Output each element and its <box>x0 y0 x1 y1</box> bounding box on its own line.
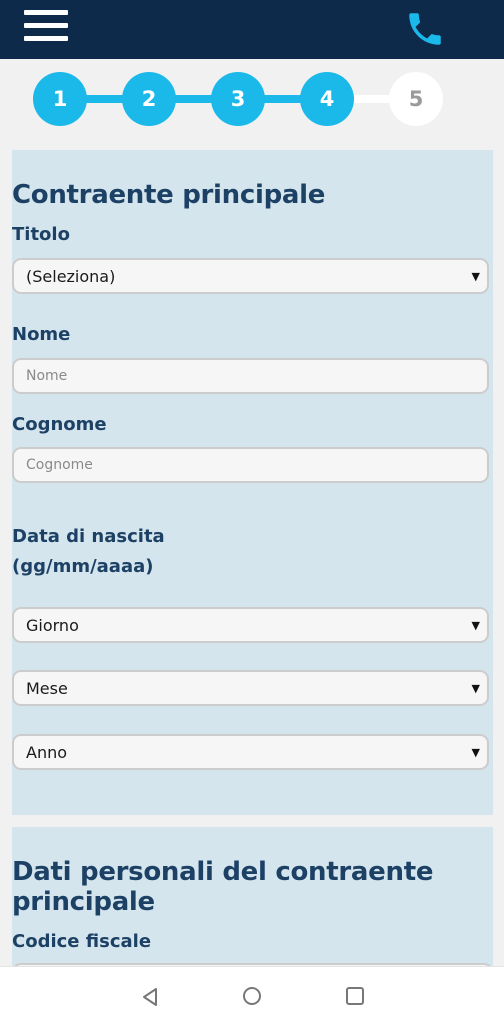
mese-select[interactable]: Mese ▼ <box>12 670 489 706</box>
step-2[interactable]: 2 <box>122 72 176 126</box>
giorno-select[interactable]: Giorno ▼ <box>12 607 489 643</box>
titolo-select[interactable]: (Seleziona) ▼ <box>12 258 489 294</box>
contraente-principale-section: Contraente principale Titolo (Seleziona)… <box>12 150 493 815</box>
home-circle-icon[interactable] <box>241 985 263 1007</box>
step-4[interactable]: 4 <box>300 72 354 126</box>
section-title-line-2: principale <box>12 887 155 917</box>
titolo-select-value: (Seleziona) <box>26 267 116 286</box>
anno-select[interactable]: Anno ▼ <box>12 734 489 770</box>
chevron-down-icon: ▼ <box>471 270 480 283</box>
giorno-select-value: Giorno <box>26 616 79 635</box>
progress-track-completed <box>60 95 328 103</box>
step-1[interactable]: 1 <box>33 72 87 126</box>
chevron-down-icon: ▼ <box>471 682 480 695</box>
hamburger-menu-icon[interactable] <box>24 10 68 42</box>
back-triangle-icon[interactable] <box>139 986 161 1008</box>
codice-fiscale-label: Codice fiscale <box>12 931 152 952</box>
mese-select-value: Mese <box>26 679 68 698</box>
cognome-input[interactable]: Cognome <box>12 447 489 483</box>
step-3[interactable]: 3 <box>211 72 265 126</box>
nome-placeholder: Nome <box>26 368 68 384</box>
cognome-label: Cognome <box>12 414 107 435</box>
top-app-bar <box>0 0 504 59</box>
step-5: 5 <box>389 72 443 126</box>
nome-label: Nome <box>12 324 71 345</box>
titolo-label: Titolo <box>12 224 70 245</box>
data-nascita-format-label: (gg/mm/aaaa) <box>12 556 154 577</box>
dati-personali-section: Dati personali del contraente principale… <box>12 827 493 977</box>
phone-icon[interactable] <box>404 8 446 50</box>
cognome-placeholder: Cognome <box>26 457 93 473</box>
recents-square-icon[interactable] <box>344 985 366 1007</box>
data-nascita-label: Data di nascita <box>12 526 165 547</box>
chevron-down-icon: ▼ <box>471 619 480 632</box>
section-title: Contraente principale <box>12 180 326 210</box>
anno-select-value: Anno <box>26 743 68 762</box>
section-title-line-1: Dati personali del contraente <box>12 857 434 887</box>
system-navigation-bar <box>0 966 504 1025</box>
chevron-down-icon: ▼ <box>471 746 480 759</box>
nome-input[interactable]: Nome <box>12 358 489 394</box>
